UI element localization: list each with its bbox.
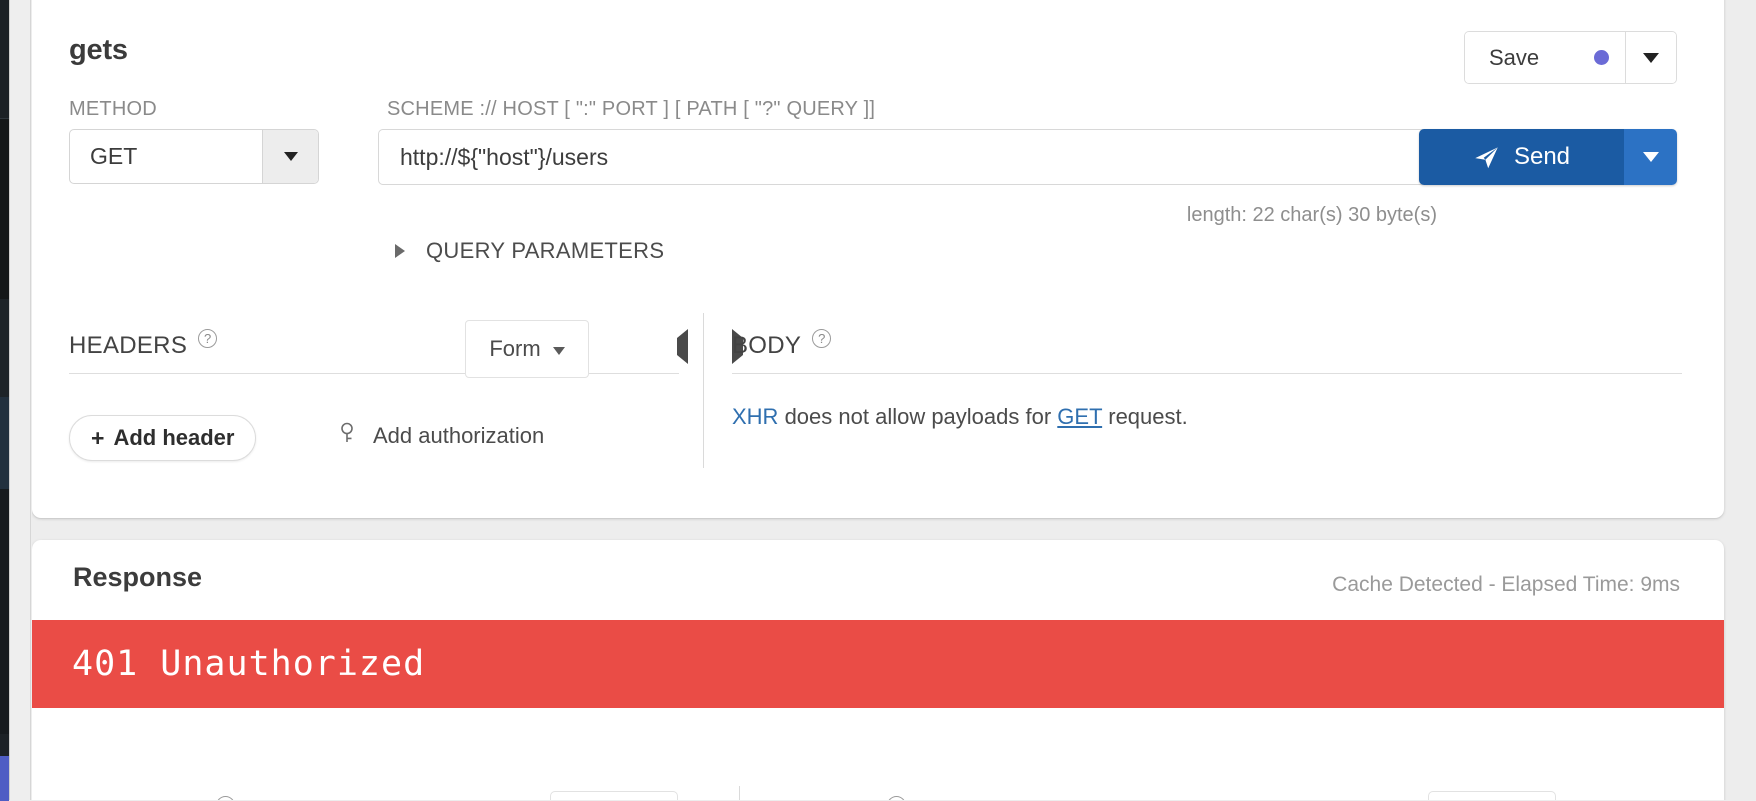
headers-format-value: Form xyxy=(489,336,541,361)
url-field-label: SCHEME :// HOST [ ":" PORT ] [ PATH [ "?… xyxy=(387,98,876,120)
send-button[interactable]: Send xyxy=(1419,129,1624,185)
question-circle-icon[interactable]: ? xyxy=(198,329,218,348)
send-split-button[interactable]: Send xyxy=(1419,129,1677,185)
headers-pane-header: HEADERS ? Form xyxy=(69,318,679,378)
query-parameters-toggle[interactable]: QUERY PARAMETERS xyxy=(395,238,664,264)
response-status-bar: 401 Unauthorized xyxy=(32,620,1724,708)
question-circle-icon[interactable]: ? xyxy=(887,796,906,800)
response-pane-divider xyxy=(739,786,740,800)
chevron-down-icon xyxy=(1643,52,1659,63)
method-select-value: GET xyxy=(90,143,138,169)
send-button-label: Send xyxy=(1513,143,1571,170)
body-pane: BODY ? XHR does not allow payloads for G… xyxy=(732,318,1682,468)
response-card: Response Cache Detected - Elapsed Time: … xyxy=(32,540,1724,800)
add-authorization-label: Add authorization xyxy=(373,422,545,448)
response-status-text: 401 Unauthorized xyxy=(72,644,426,684)
add-header-label: Add header xyxy=(113,425,235,450)
body-title: BODY xyxy=(732,331,802,359)
headers-title: HEADERS xyxy=(69,331,188,359)
save-button-label: Save xyxy=(1489,44,1540,70)
xhr-link[interactable]: XHR xyxy=(732,404,778,429)
url-length-info: length: 22 char(s) 30 byte(s) xyxy=(1186,204,1437,226)
save-button[interactable]: Save xyxy=(1465,32,1625,83)
url-input[interactable]: http://${"host"}/users xyxy=(378,129,1435,185)
headers-format-select[interactable]: Form xyxy=(465,320,589,378)
rail-segment-active[interactable] xyxy=(0,756,9,801)
rail-segment-1[interactable] xyxy=(0,0,9,118)
method-dropdown-button[interactable] xyxy=(262,130,318,183)
sidebar-scroll-gutter[interactable] xyxy=(9,0,31,800)
body-disabled-message: XHR does not allow payloads for GET requ… xyxy=(732,404,1188,430)
app-rail[interactable] xyxy=(0,0,9,801)
paper-plane-icon xyxy=(1473,144,1500,171)
question-circle-icon[interactable]: ? xyxy=(812,329,832,348)
plus-icon: + xyxy=(91,424,105,451)
add-authorization-button[interactable]: Add authorization xyxy=(339,421,544,450)
triangle-left-icon xyxy=(677,329,688,364)
save-split-button[interactable]: Save xyxy=(1464,31,1677,84)
body-message-tail: request. xyxy=(1102,404,1188,429)
unsaved-changes-dot xyxy=(1594,50,1609,65)
get-method-link[interactable]: GET xyxy=(1057,404,1102,429)
body-pane-header: BODY ? xyxy=(732,318,1682,374)
response-title: Response xyxy=(73,562,203,592)
chevron-down-icon xyxy=(1642,152,1659,162)
chevron-down-icon xyxy=(552,346,565,355)
question-circle-icon[interactable]: ? xyxy=(216,796,235,800)
pane-collapse-left-button[interactable] xyxy=(677,329,688,364)
send-dropdown-button[interactable] xyxy=(1624,129,1677,185)
triangle-right-icon xyxy=(395,244,405,258)
page-title: gets xyxy=(69,34,128,66)
method-field-label: METHOD xyxy=(69,98,157,120)
rail-segment-4[interactable] xyxy=(0,397,9,489)
rail-segment-6[interactable] xyxy=(0,734,9,756)
rail-segment-3[interactable] xyxy=(0,299,9,397)
page-canvas: gets Save METHOD GET SCHEME :// HOST [ "… xyxy=(32,0,1756,800)
query-parameters-label: QUERY PARAMETERS xyxy=(426,238,665,263)
save-dropdown-button[interactable] xyxy=(1625,32,1676,83)
rail-segment-5[interactable] xyxy=(0,489,9,734)
body-message-mid: does not allow payloads for xyxy=(778,404,1058,429)
chevron-down-icon xyxy=(283,152,298,161)
rail-segment-2[interactable] xyxy=(0,119,9,299)
response-headers-format-select[interactable] xyxy=(550,791,678,800)
response-meta: Cache Detected - Elapsed Time: 9ms xyxy=(1332,573,1680,596)
pane-divider xyxy=(703,313,704,468)
key-icon xyxy=(339,421,361,450)
response-subsection-row: ? ? xyxy=(32,708,1724,800)
response-body-format-select[interactable] xyxy=(1428,791,1556,800)
add-header-button[interactable]: + Add header xyxy=(69,415,257,461)
request-card: gets Save METHOD GET SCHEME :// HOST [ "… xyxy=(32,0,1724,518)
method-select[interactable]: GET xyxy=(69,129,319,184)
